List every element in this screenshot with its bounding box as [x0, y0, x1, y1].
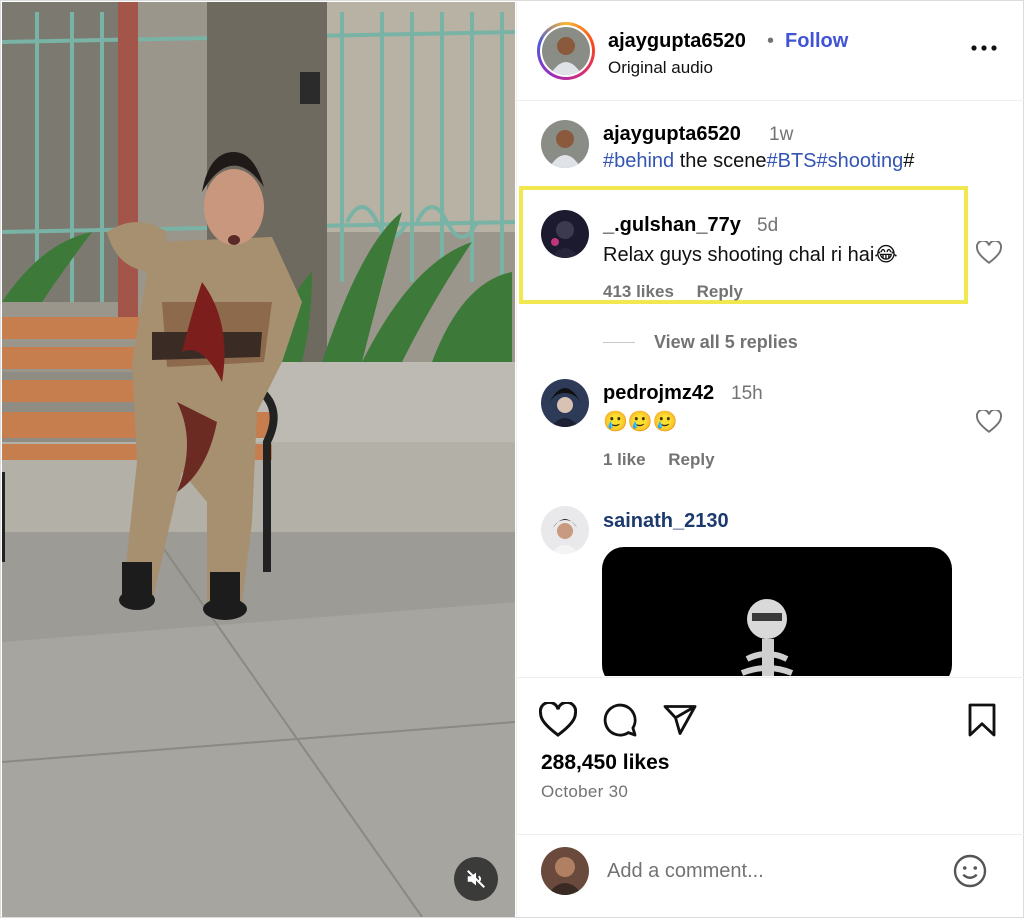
caption-avatar[interactable] [541, 120, 589, 168]
comment-meta: 413 likes Reply [603, 282, 761, 302]
comment-time: 15h [731, 383, 763, 404]
comment-username[interactable]: sainath_2130 [603, 510, 729, 533]
caption-text: #behind the scene#BTS#shooting# [603, 150, 914, 173]
share-icon[interactable] [661, 702, 699, 738]
add-comment-bar [517, 834, 1024, 917]
comment-like-icon[interactable] [976, 241, 1002, 265]
skeleton-gif-image [740, 599, 794, 676]
post-actions: 288,450 likes October 30 [517, 677, 1024, 834]
comment-avatar[interactable] [541, 210, 589, 258]
likes-count[interactable]: 288,450 likes [541, 751, 669, 775]
mute-button[interactable] [454, 857, 498, 901]
video-frame [2, 2, 515, 917]
comment-icon[interactable] [601, 702, 639, 738]
comment-avatar[interactable] [541, 506, 589, 554]
current-user-avatar [541, 847, 589, 895]
replies-divider [603, 342, 635, 343]
comment-likes-count[interactable]: 1 like [603, 450, 646, 469]
comment-avatar[interactable] [541, 379, 589, 427]
audio-label[interactable]: Original audio [608, 58, 713, 78]
author-avatar-image [542, 27, 590, 75]
follow-button[interactable]: Follow [785, 30, 848, 53]
comment-username[interactable]: _.gulshan_77y [603, 214, 741, 237]
gif-attachment[interactable] [602, 547, 952, 676]
comment-like-icon[interactable] [976, 410, 1002, 434]
reply-button[interactable]: Reply [697, 282, 743, 301]
reply-button[interactable]: Reply [668, 450, 714, 469]
comment-meta: 1 like Reply [603, 450, 733, 470]
heart-icon[interactable] [539, 702, 577, 738]
post-dialog: ajaygupta6520 • Follow Original audio aj… [0, 0, 1024, 918]
comment-text: 🥲🥲🥲 [603, 411, 678, 433]
comment-input[interactable] [607, 853, 927, 889]
bookmark-icon[interactable] [963, 702, 1001, 738]
comment-username[interactable]: pedrojmz42 [603, 382, 714, 405]
caption-time: 1w [769, 124, 794, 145]
hashtag-bts-shooting[interactable]: #BTS#shooting [766, 150, 903, 172]
comments-list[interactable]: ajaygupta6520 1w #behind the scene#BTS#s… [517, 102, 1024, 676]
caption-plain-text: the scene [674, 150, 767, 172]
hashtag-behind[interactable]: #behind [603, 150, 674, 172]
view-replies-button[interactable]: View all 5 replies [654, 332, 798, 353]
comment-text: Relax guys shooting chal ri hai😂 [603, 244, 898, 266]
mute-icon [467, 870, 485, 888]
post-header: ajaygupta6520 • Follow Original audio [517, 2, 1024, 101]
post-sidebar: ajaygupta6520 • Follow Original audio aj… [516, 2, 1024, 917]
comment-likes-count[interactable]: 413 likes [603, 282, 674, 301]
author-avatar[interactable] [537, 22, 595, 80]
post-date[interactable]: October 30 [541, 782, 628, 802]
caption-username[interactable]: ajaygupta6520 [603, 123, 741, 146]
header-separator: • [767, 30, 775, 52]
emoji-icon[interactable] [952, 853, 988, 889]
comment-time: 5d [757, 215, 779, 236]
caption-trailing-hash: # [903, 150, 915, 172]
video-player[interactable] [2, 2, 515, 917]
more-icon[interactable] [969, 38, 999, 58]
author-username[interactable]: ajaygupta6520 [608, 30, 746, 53]
